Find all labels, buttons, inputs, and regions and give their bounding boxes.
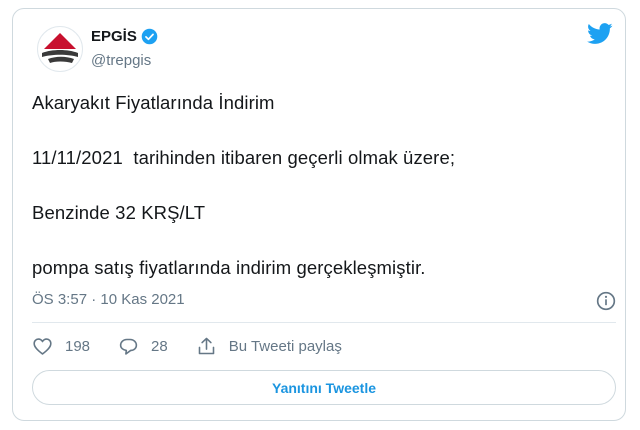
share-upload-icon xyxy=(198,337,215,355)
tweet-text-line-2: 11/11/2021 tarihinden itibaren geçerli o… xyxy=(32,147,456,168)
tweet-card: EPGİS @trepgis Akaryakıt Fiyatlarında İn… xyxy=(12,8,626,421)
like-action[interactable]: 198 xyxy=(32,336,90,357)
like-count: 198 xyxy=(65,338,91,355)
reply-tweet-button[interactable]: Yanıtını Tweetle xyxy=(32,370,616,405)
tweet-actions: 198 28 Bu Tweeti paylaş xyxy=(32,336,370,357)
avatar[interactable] xyxy=(37,26,83,72)
tweet-text-line-1: Akaryakıt Fiyatlarında İndirim xyxy=(32,92,275,113)
verified-badge-icon xyxy=(141,28,158,45)
tweet-timestamp[interactable]: ÖS 3:57 · 10 Kas 2021 xyxy=(32,291,185,308)
reply-count: 28 xyxy=(151,338,168,355)
divider xyxy=(32,322,616,323)
author-handle[interactable]: @trepgis xyxy=(91,52,151,69)
tweet-text-line-4: pompa satış fiyatlarında indirim gerçekl… xyxy=(32,257,426,278)
speech-bubble-icon xyxy=(119,338,138,355)
info-icon[interactable] xyxy=(596,291,616,311)
author-name-row[interactable]: EPGİS xyxy=(91,28,158,45)
author-display-name[interactable]: EPGİS xyxy=(91,28,137,45)
tweet-text-line-3: Benzinde 32 KRŞ/LT xyxy=(32,202,206,223)
epgis-logo-icon xyxy=(42,33,78,63)
twitter-logo-icon[interactable] xyxy=(587,23,613,45)
reply-action[interactable]: 28 xyxy=(118,336,168,357)
share-label: Bu Tweeti paylaş xyxy=(228,338,342,355)
share-action[interactable]: Bu Tweeti paylaş xyxy=(196,336,342,357)
heart-icon xyxy=(33,338,52,355)
